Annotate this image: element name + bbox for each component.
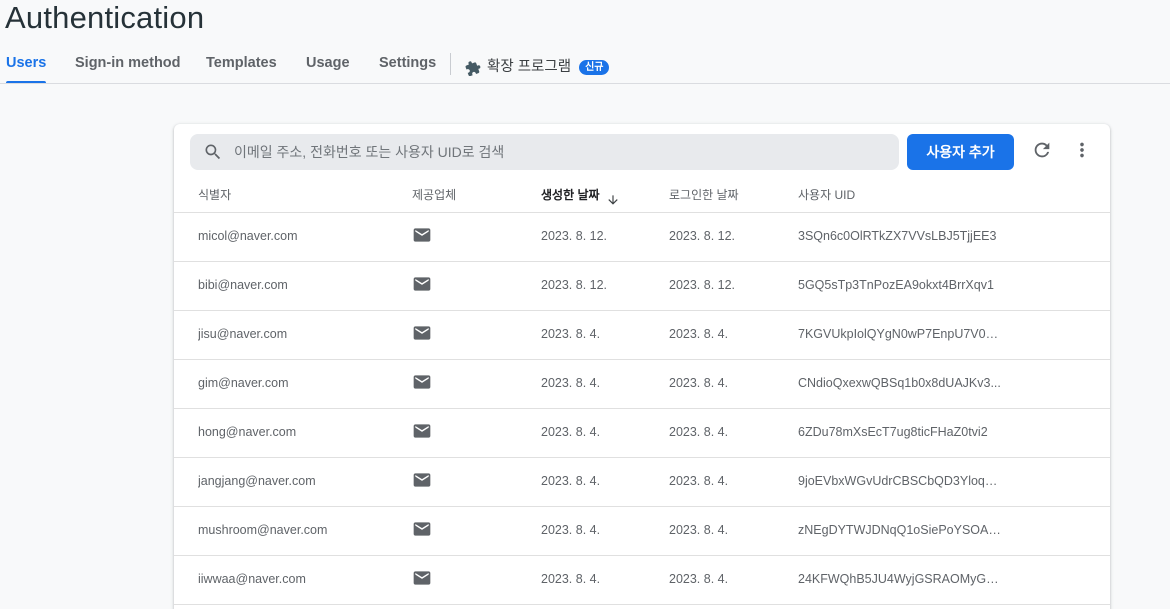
table-row[interactable]: jisu@naver.com 2023. 8. 4. 2023. 8. 4. 7… xyxy=(174,311,1110,360)
puzzle-icon xyxy=(465,59,481,77)
mail-icon xyxy=(412,228,432,245)
column-header-created[interactable]: 생성한 날짜 xyxy=(541,180,620,210)
mail-icon xyxy=(412,522,432,539)
tab-sign-in-method[interactable]: Sign-in method xyxy=(75,50,181,84)
signed-in-date-cell: 2023. 8. 12. xyxy=(669,278,736,292)
provider-cell xyxy=(412,274,442,294)
identifier-cell: gim@naver.com xyxy=(198,376,289,390)
tab-extensions[interactable]: 확장 프로그램 신규 xyxy=(465,50,610,84)
created-date-cell: 2023. 8. 4. xyxy=(541,327,601,341)
mail-icon xyxy=(412,571,432,588)
table-header: 식별자 제공업체 생성한 날짜 로그인한 날짜 사용자 UID xyxy=(174,180,1110,213)
column-header-identifier: 식별자 xyxy=(198,188,232,202)
created-date-cell: 2023. 8. 4. xyxy=(541,523,601,537)
signed-in-date-cell: 2023. 8. 4. xyxy=(669,572,729,586)
created-date-cell: 2023. 8. 12. xyxy=(541,278,608,292)
signed-in-date-cell: 2023. 8. 4. xyxy=(669,376,729,390)
uid-cell: 6ZDu78mXsEcT7ug8ticFHaZ0tvi2 xyxy=(798,425,988,439)
column-header-signed-in: 로그인한 날짜 xyxy=(669,188,739,202)
more-options-button[interactable] xyxy=(1068,138,1096,166)
signed-in-date-cell: 2023. 8. 4. xyxy=(669,474,729,488)
header-divider xyxy=(0,83,1170,84)
uid-cell: 24KFWQhB5JU4WyjGSRAOMyGo... xyxy=(798,572,1002,586)
tab-bar: Users Sign-in method Templates Usage Set… xyxy=(0,50,1170,84)
column-header-uid: 사용자 UID xyxy=(798,188,856,202)
provider-cell xyxy=(412,421,442,441)
column-header-provider: 제공업체 xyxy=(412,188,457,202)
table-body: micol@naver.com 2023. 8. 12. 2023. 8. 12… xyxy=(174,213,1110,605)
new-badge: 신규 xyxy=(579,59,610,75)
signed-in-date-cell: 2023. 8. 4. xyxy=(669,327,729,341)
uid-cell: 3SQn6c0OlRTkZX7VVsLBJ5TjjEE3 xyxy=(798,229,997,243)
identifier-cell: hong@naver.com xyxy=(198,425,297,439)
add-user-button[interactable]: 사용자 추가 xyxy=(907,134,1014,170)
identifier-cell: iiwwaa@naver.com xyxy=(198,572,306,586)
created-date-cell: 2023. 8. 12. xyxy=(541,229,608,243)
refresh-button[interactable] xyxy=(1028,138,1056,166)
created-date-cell: 2023. 8. 4. xyxy=(541,572,601,586)
uid-cell: 5GQ5sTp3TnPozEA9okxt4BrrXqv1 xyxy=(798,278,994,292)
search-bar xyxy=(190,134,899,170)
tab-divider xyxy=(450,53,451,75)
tab-settings[interactable]: Settings xyxy=(379,50,436,84)
table-row[interactable]: hong@naver.com 2023. 8. 4. 2023. 8. 4. 6… xyxy=(174,409,1110,458)
page-header: Authentication Users Sign-in method Temp… xyxy=(0,0,1170,84)
mail-icon xyxy=(412,424,432,441)
signed-in-date-cell: 2023. 8. 12. xyxy=(669,229,736,243)
mail-icon xyxy=(412,277,432,294)
table-row[interactable]: iiwwaa@naver.com 2023. 8. 4. 2023. 8. 4.… xyxy=(174,556,1110,605)
table-row[interactable]: bibi@naver.com 2023. 8. 12. 2023. 8. 12.… xyxy=(174,262,1110,311)
provider-cell xyxy=(412,470,442,490)
uid-cell: zNEgDYTWJDNqQ1oSiePoYSOAx... xyxy=(798,523,1002,537)
tab-templates[interactable]: Templates xyxy=(206,50,277,84)
identifier-cell: micol@naver.com xyxy=(198,229,298,243)
provider-cell xyxy=(412,225,442,245)
mail-icon xyxy=(412,473,432,490)
created-date-cell: 2023. 8. 4. xyxy=(541,425,601,439)
users-card: 사용자 추가 식별자 제공업체 생성한 날짜 로그인한 날짜 사용자 UID m… xyxy=(174,124,1110,609)
tab-usage[interactable]: Usage xyxy=(306,50,350,84)
provider-cell xyxy=(412,372,442,392)
page-title: Authentication xyxy=(5,0,205,35)
signed-in-date-cell: 2023. 8. 4. xyxy=(669,425,729,439)
table-row[interactable]: micol@naver.com 2023. 8. 12. 2023. 8. 12… xyxy=(174,213,1110,262)
uid-cell: 7KGVUkpIolQYgN0wP7EnpU7V08... xyxy=(798,327,1002,341)
table-row[interactable]: mushroom@naver.com 2023. 8. 4. 2023. 8. … xyxy=(174,507,1110,556)
more-vert-icon xyxy=(1071,139,1093,166)
provider-cell xyxy=(412,519,442,539)
created-date-cell: 2023. 8. 4. xyxy=(541,474,601,488)
arrow-down-icon xyxy=(606,188,620,205)
signed-in-date-cell: 2023. 8. 4. xyxy=(669,523,729,537)
table-row[interactable]: jangjang@naver.com 2023. 8. 4. 2023. 8. … xyxy=(174,458,1110,507)
uid-cell: 9joEVbxWGvUdrCBSCbQD3YloqN... xyxy=(798,474,1002,488)
identifier-cell: jangjang@naver.com xyxy=(198,474,316,488)
identifier-cell: bibi@naver.com xyxy=(198,278,288,292)
column-header-created-label: 생성한 날짜 xyxy=(541,188,600,202)
refresh-icon xyxy=(1031,139,1053,166)
search-icon xyxy=(203,142,223,162)
created-date-cell: 2023. 8. 4. xyxy=(541,376,601,390)
uid-cell: CNdioQxexwQBSq1b0x8dUAJKv3... xyxy=(798,376,1001,390)
identifier-cell: mushroom@naver.com xyxy=(198,523,328,537)
search-input[interactable] xyxy=(234,134,884,170)
tab-extensions-label: 확장 프로그램 xyxy=(487,59,572,75)
provider-cell xyxy=(412,323,442,343)
table-row[interactable]: gim@naver.com 2023. 8. 4. 2023. 8. 4. CN… xyxy=(174,360,1110,409)
mail-icon xyxy=(412,375,432,392)
identifier-cell: jisu@naver.com xyxy=(198,327,288,341)
tab-users[interactable]: Users xyxy=(6,50,47,84)
provider-cell xyxy=(412,568,442,588)
mail-icon xyxy=(412,326,432,343)
